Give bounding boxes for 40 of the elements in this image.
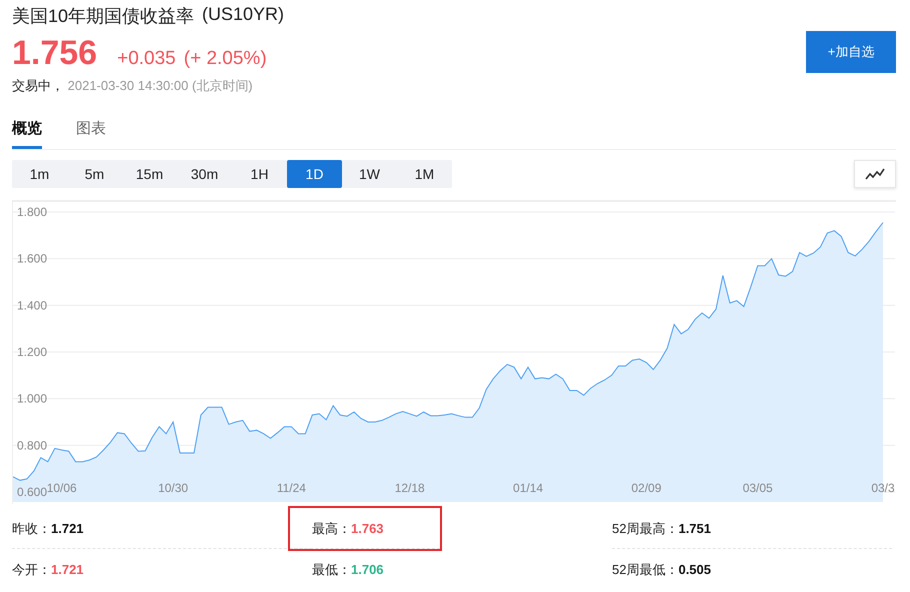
- x-axis-label: 10/30: [158, 481, 188, 495]
- price-change: +0.035: [117, 48, 176, 70]
- instrument-code: (US10YR): [202, 4, 284, 26]
- x-axis-label: 01/14: [513, 481, 544, 495]
- stat-label: 最高：: [312, 521, 351, 536]
- stat-label: 52周最低：: [612, 562, 678, 577]
- line-chart-icon: [865, 168, 885, 180]
- stat-value: 0.505: [678, 562, 712, 577]
- add-watchlist-button[interactable]: +加自选: [806, 31, 896, 73]
- x-axis-label: 03/3: [871, 481, 895, 495]
- x-axis-label: 10/06: [46, 481, 77, 495]
- timestamp: 2021-03-30 14:30:00 (北京时间): [68, 78, 253, 93]
- chart-type-button[interactable]: [854, 160, 896, 188]
- stat-label: 52周最高：: [612, 521, 678, 536]
- price: 1.756: [12, 34, 98, 73]
- tab[interactable]: 图表: [76, 115, 106, 149]
- y-axis-label: 1.000: [17, 392, 48, 406]
- y-axis-label: 1.800: [17, 205, 48, 219]
- y-axis-label: 0.600: [17, 485, 48, 499]
- y-axis-label: 1.200: [17, 345, 48, 359]
- stat-value: 1.721: [51, 562, 84, 577]
- stat-value: 1.706: [351, 562, 384, 577]
- y-axis-label: 0.800: [17, 438, 48, 452]
- trading-status: 交易中，: [12, 78, 64, 93]
- x-axis-label: 02/09: [631, 481, 662, 495]
- period-button[interactable]: 1D: [287, 160, 342, 188]
- x-axis-label: 11/24: [276, 481, 306, 495]
- stat-label: 昨收：: [12, 521, 51, 536]
- stat-value: 1.721: [51, 521, 84, 536]
- x-axis-label: 03/05: [742, 481, 773, 495]
- stat-label: 今开：: [12, 562, 51, 577]
- tab[interactable]: 概览: [12, 115, 42, 149]
- stat-value: 1.751: [678, 521, 712, 536]
- y-axis-label: 1.600: [17, 252, 48, 266]
- stat-value: 1.763: [351, 521, 384, 536]
- instrument-title: 美国10年期国债收益率: [12, 5, 194, 28]
- x-axis-label: 12/18: [394, 481, 425, 495]
- stat-label: 最低：: [312, 562, 351, 577]
- y-axis-label: 1.400: [17, 298, 48, 312]
- price-change-percent: (+ 2.05%): [184, 48, 267, 70]
